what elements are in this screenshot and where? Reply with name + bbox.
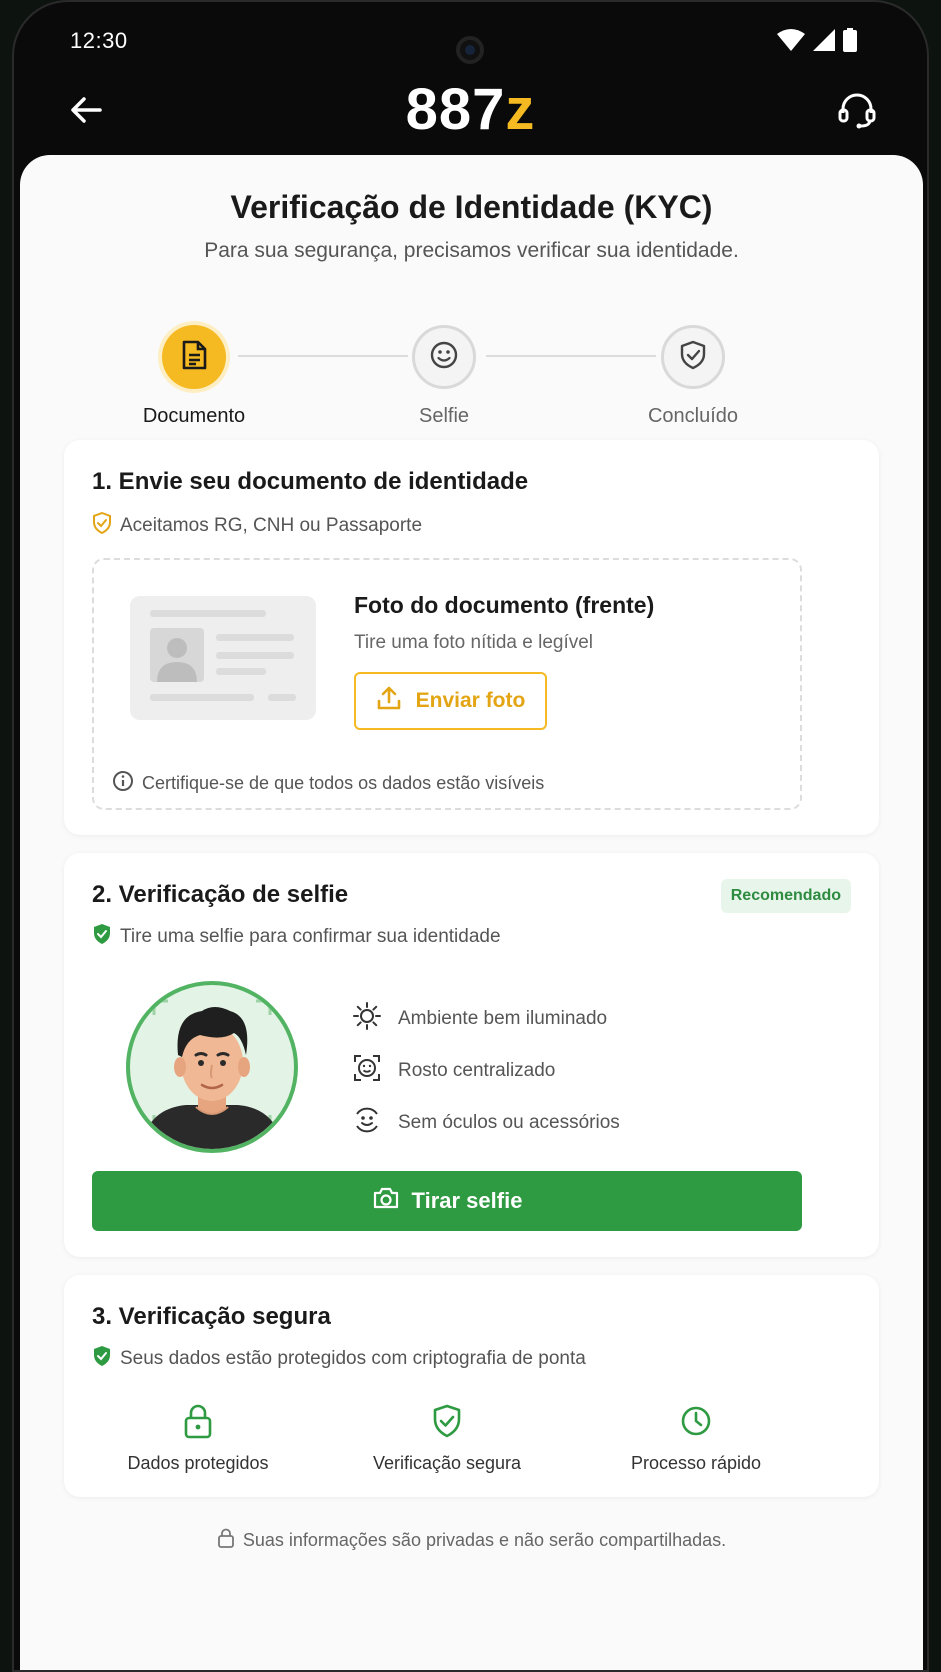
camera-icon	[372, 1186, 400, 1216]
battery-icon	[843, 28, 857, 57]
upload-title: Foto do documento (frente)	[354, 592, 655, 618]
tip-item: Ambiente bem iluminado	[352, 993, 620, 1045]
page-title: Verificação de Identidade (KYC)	[230, 189, 713, 225]
footer-text: Suas informações são privadas e não serã…	[242, 1529, 727, 1550]
secure-card: 3. Verificação segura Seus dados estão p…	[64, 1275, 879, 1497]
document-card: 1. Envie seu documento de identidade Ace…	[64, 440, 879, 835]
card-title: 2. Verificação de selfie	[92, 881, 349, 908]
selfie-avatar	[126, 981, 298, 1153]
app-bar: 887z	[14, 72, 927, 152]
step-concluido: Concluído	[603, 325, 783, 428]
status-time: 12:30	[70, 28, 128, 53]
take-selfie-label: Tirar selfie	[411, 1188, 523, 1213]
logo-text: 887	[405, 77, 506, 142]
step-circle	[162, 325, 226, 389]
shield-check-icon	[679, 340, 707, 375]
support-button[interactable]	[833, 88, 881, 136]
card-title: 1. Envie seu documento de identidade	[92, 468, 529, 495]
status-bar: 12:30	[14, 2, 927, 82]
feature-label: Processo rápido	[630, 1453, 762, 1473]
document-upload-area[interactable]: Foto do documento (frente) Tire uma foto…	[92, 558, 802, 810]
upload-button-label: Enviar foto	[415, 689, 526, 712]
privacy-footer: Suas informações são privadas e não serã…	[20, 1510, 923, 1570]
feature-dados-protegidos: Dados protegidos	[98, 1403, 298, 1474]
shield-check-icon	[347, 1403, 547, 1443]
selfie-card: 2. Verificação de selfie Recomendado Tir…	[64, 853, 879, 1257]
card-subtitle: Seus dados estão protegidos com criptogr…	[92, 1345, 586, 1373]
clock-icon	[596, 1403, 796, 1443]
upload-icon	[376, 685, 402, 717]
face-frame-icon	[352, 1053, 382, 1089]
selfie-tips: Ambiente bem iluminado Rosto centralizad…	[352, 993, 620, 1149]
tip-item: Rosto centralizado	[352, 1045, 620, 1097]
logo-accent: z	[505, 77, 536, 142]
card-subtitle-text: Aceitamos RG, CNH ou Passaporte	[120, 515, 423, 536]
step-selfie: Selfie	[354, 325, 534, 428]
step-circle	[412, 325, 476, 389]
smile-icon	[352, 1105, 382, 1141]
step-label: Documento	[142, 405, 246, 427]
step-circle	[661, 325, 725, 389]
sun-icon	[352, 1001, 382, 1037]
lock-icon	[217, 1528, 235, 1553]
content-sheet: Verificação de Identidade (KYC) Para sua…	[20, 155, 923, 1670]
person-placeholder-icon	[150, 628, 204, 682]
card-subtitle: Tire uma selfie para confirmar sua ident…	[92, 923, 501, 951]
progress-stepper: Documento Selfie Concluído	[20, 325, 923, 435]
card-title: 3. Verificação segura	[92, 1303, 331, 1330]
status-icons	[777, 28, 857, 57]
wifi-icon	[777, 29, 805, 56]
tip-text: Ambiente bem iluminado	[398, 1008, 608, 1029]
upload-note-text: Certifique-se de que todos os dados estã…	[142, 773, 545, 793]
recommended-badge: Recomendado	[720, 879, 851, 913]
shield-check-icon	[92, 923, 112, 951]
shield-check-icon	[92, 1345, 112, 1373]
feature-label: Verificação segura	[372, 1453, 522, 1473]
document-icon	[180, 340, 208, 375]
step-documento: Documento	[104, 325, 284, 428]
page-subtitle: Para sua segurança, precisamos verificar…	[204, 239, 739, 262]
headset-icon	[837, 91, 877, 134]
feature-verificacao-segura: Verificação segura	[347, 1403, 547, 1474]
step-label: Concluído	[647, 405, 739, 427]
smile-icon	[429, 340, 459, 375]
step-label: Selfie	[418, 405, 470, 427]
id-card-illustration	[130, 596, 316, 720]
upload-photo-button[interactable]: Enviar foto	[354, 672, 547, 730]
card-subtitle-text: Tire uma selfie para confirmar sua ident…	[120, 926, 501, 947]
upload-subtitle: Tire uma foto nítida e legível	[354, 632, 594, 653]
shield-check-icon	[92, 511, 112, 540]
phone-frame: 12:30 887z Verificação de Identidade (KY…	[12, 0, 929, 1672]
upload-note: Certifique-se de que todos os dados estã…	[112, 770, 544, 797]
take-selfie-button[interactable]: Tirar selfie	[92, 1171, 802, 1231]
tip-text: Rosto centralizado	[398, 1060, 556, 1081]
tip-text: Sem óculos ou acessórios	[398, 1112, 620, 1133]
feature-label: Dados protegidos	[127, 1453, 269, 1473]
brand-logo: 887z	[14, 76, 927, 143]
info-icon	[112, 770, 134, 797]
card-subtitle: Aceitamos RG, CNH ou Passaporte	[92, 511, 423, 540]
tip-item: Sem óculos ou acessórios	[352, 1097, 620, 1149]
lock-icon	[98, 1403, 298, 1443]
front-camera	[456, 36, 484, 64]
card-subtitle-text: Seus dados estão protegidos com criptogr…	[120, 1348, 586, 1369]
face-portrait-icon	[140, 999, 284, 1149]
feature-processo-rapido: Processo rápido	[596, 1403, 796, 1474]
signal-icon	[813, 29, 835, 56]
